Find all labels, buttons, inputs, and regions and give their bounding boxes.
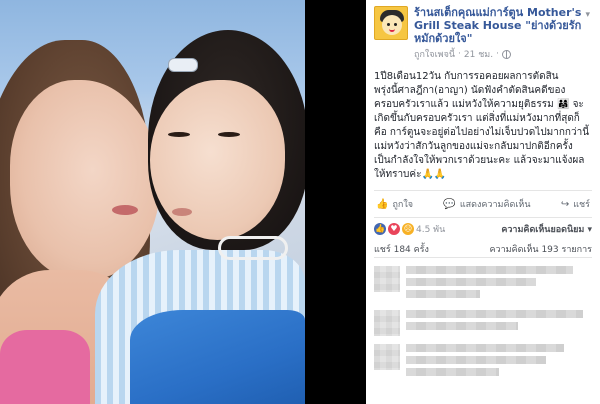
post-text: 1ปี8เดือน12วัน กับการรอคอยผลการตัดสิน พร… [374, 71, 590, 180]
mother-lips [112, 205, 138, 215]
avatar [374, 310, 400, 336]
reaction-count: 4.5 พัน [416, 225, 446, 235]
share-count[interactable]: แชร์ 184 ครั้ง [374, 242, 429, 256]
meta-separator-2: · [496, 49, 499, 59]
post-meta: ถูกใจเพจนี้ · 21 ชม. · [414, 47, 592, 61]
hairclip [168, 58, 198, 72]
thumbs-up-icon: 👍 [376, 198, 389, 210]
list-item [374, 344, 592, 380]
girl-eye-right [218, 132, 240, 137]
comment-label: แสดงความคิดเห็น [459, 200, 531, 210]
meta-separator: · [458, 49, 461, 59]
page-avatar[interactable] [374, 6, 408, 40]
love-reaction-icon: ♥ [388, 223, 400, 235]
girl-eye-left [168, 132, 190, 137]
like-reaction-icon: 👍 [374, 223, 386, 235]
sad-reaction-icon: ☹ [402, 223, 414, 235]
comment-count[interactable]: ความคิดเห็น 193 รายการ [490, 242, 593, 256]
globe-icon [501, 49, 511, 59]
list-item [374, 310, 592, 336]
comments-list [374, 266, 592, 380]
avatar [374, 266, 400, 292]
like-button[interactable]: 👍 ถูกใจ [376, 197, 413, 211]
girl-face [150, 80, 285, 240]
comment-button[interactable]: 💬 แสดงความคิดเห็น [443, 197, 530, 211]
like-label: ถูกใจ [392, 200, 414, 210]
mother-shirt [0, 330, 90, 404]
share-icon: ↪ [560, 198, 570, 210]
reaction-summary[interactable]: 👍 ♥ ☹ 4.5 พัน [374, 222, 445, 236]
sort-label: ความคิดเห็นยอดนิยม [501, 225, 585, 235]
share-button[interactable]: ↪ แชร์ [561, 197, 590, 211]
author-label[interactable]: ถูกใจเพจนี้ [414, 47, 455, 61]
avatar [374, 344, 400, 370]
post-header: ร้านสเต็กคุณแม่การ์ตูน Mother's Grill St… [374, 6, 592, 60]
post-panel: ร้านสเต็กคุณแม่การ์ตูน Mother's Grill St… [366, 0, 600, 404]
header-text: ร้านสเต็กคุณแม่การ์ตูน Mother's Grill St… [414, 6, 592, 60]
chevron-down-icon[interactable]: ▾ [585, 10, 590, 20]
list-item [374, 266, 592, 302]
post-time[interactable]: 21 ชม. [464, 47, 493, 61]
chevron-down-icon: ▾ [587, 225, 592, 235]
tracheostomy-tube [218, 236, 288, 260]
share-label: แชร์ [573, 200, 590, 210]
reactions-row: 👍 ♥ ☹ 4.5 พัน ความคิดเห็นยอดนิยม ▾ [374, 218, 592, 240]
screenshot-root: ร้านสเต็กคุณแม่การ์ตูน Mother's Grill St… [0, 0, 600, 404]
girl-lips [172, 208, 192, 216]
comment-icon: 💬 [443, 198, 456, 210]
blue-blanket [130, 310, 305, 404]
post-photo[interactable] [0, 0, 305, 404]
page-name-link[interactable]: ร้านสเต็กคุณแม่การ์ตูน Mother's Grill St… [414, 6, 592, 45]
stats-row: แชร์ 184 ครั้ง ความคิดเห็น 193 รายการ [374, 240, 592, 258]
action-bar: 👍 ถูกใจ 💬 แสดงความคิดเห็น ↪ แชร์ [374, 191, 592, 217]
sort-dropdown[interactable]: ความคิดเห็นยอดนิยม ▾ [501, 222, 592, 236]
